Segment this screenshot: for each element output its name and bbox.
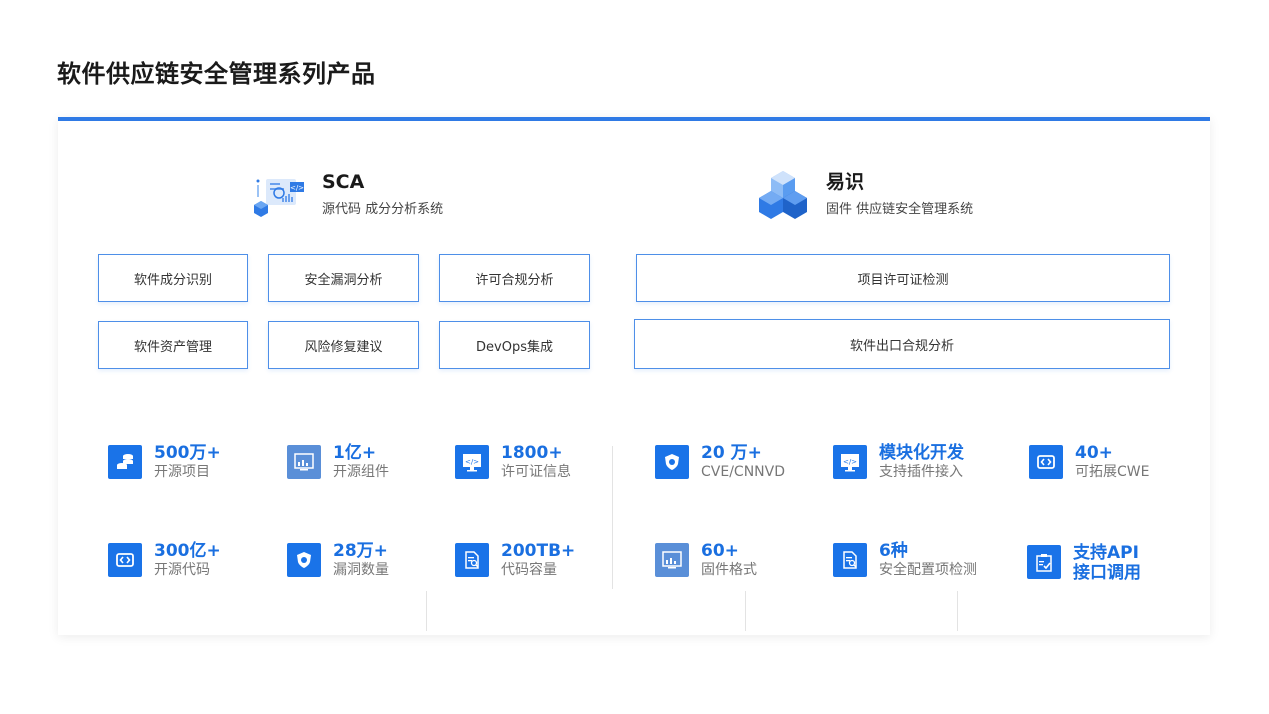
stat-label: 漏洞数量 — [333, 562, 389, 578]
stat-label: 开源组件 — [333, 464, 389, 480]
document-search-icon — [833, 543, 867, 577]
product-name-yishi: 易识 — [826, 170, 865, 193]
product-subtitle-yishi: 固件 供应链安全管理系统 — [826, 201, 974, 217]
monitor-chart-icon — [655, 543, 689, 577]
stat-label: 开源代码 — [154, 562, 210, 578]
stat-license-info: </> 1800+ 许可证信息 — [455, 443, 571, 481]
monitor-chart-icon — [287, 445, 321, 479]
stat-code-capacity: 200TB+ 代码容量 — [455, 541, 575, 579]
stat-api-support: 支持API 接口调用 — [1027, 543, 1141, 583]
stat-value: 1亿+ — [333, 443, 377, 463]
code-monitor-icon: </> — [833, 445, 867, 479]
stat-security-config-check: 6种 安全配置项检测 — [833, 541, 977, 579]
stat-label: CVE/CNNVD — [701, 464, 785, 480]
divider — [957, 591, 958, 631]
stat-label: 固件格式 — [701, 562, 757, 578]
code-brackets-icon — [108, 543, 142, 577]
code-monitor-icon: </> — [455, 445, 489, 479]
stat-vulnerability-count: 28万+ 漏洞数量 — [287, 541, 389, 579]
stat-value-line2: 接口调用 — [1073, 563, 1141, 583]
stat-value: 20 万+ — [701, 443, 762, 463]
stat-label: 支持插件接入 — [879, 464, 963, 480]
stat-value: 60+ — [701, 541, 739, 561]
stat-label: 许可证信息 — [501, 464, 571, 480]
product-subtitle-sca: 源代码 成分分析系统 — [322, 201, 444, 217]
stat-open-source-components: 1亿+ 开源组件 — [287, 443, 389, 481]
divider — [426, 591, 427, 631]
feature-export-compliance[interactable]: 软件出口合规分析 — [634, 319, 1170, 369]
stat-value: 40+ — [1075, 443, 1113, 463]
stat-open-source-projects: 500万+ 开源项目 — [108, 443, 221, 481]
stat-value: 模块化开发 — [879, 443, 964, 463]
database-coins-icon — [108, 445, 142, 479]
stat-value: 1800+ — [501, 443, 563, 463]
code-brackets-icon — [1029, 445, 1063, 479]
product-header-sca: </> SCA 源代码 成分分析系统 — [250, 165, 443, 221]
products-panel: </> SCA 源代码 成分分析系统 易识 固件 供应链安全管理系统 软件成分识… — [58, 117, 1210, 635]
stat-value: 28万+ — [333, 541, 388, 561]
divider — [745, 591, 746, 631]
svg-text:</>: </> — [290, 184, 304, 192]
product-header-yishi: 易识 固件 供应链安全管理系统 — [754, 165, 973, 221]
svg-text:</>: </> — [465, 458, 479, 466]
stat-extensible-cwe: 40+ 可拓展CWE — [1029, 443, 1149, 481]
stat-value: 300亿+ — [154, 541, 221, 561]
feature-devops-integration[interactable]: DevOps集成 — [439, 321, 590, 369]
stat-label: 安全配置项检测 — [879, 562, 977, 578]
feature-software-composition[interactable]: 软件成分识别 — [98, 254, 248, 302]
page-title: 软件供应链安全管理系列产品 — [57, 60, 376, 88]
stacked-cubes-icon — [759, 171, 807, 219]
divider — [612, 446, 613, 589]
stat-open-source-code: 300亿+ 开源代码 — [108, 541, 221, 579]
feature-project-license-check[interactable]: 项目许可证检测 — [636, 254, 1170, 302]
stat-cve-cnnvd: 20 万+ CVE/CNNVD — [655, 443, 785, 481]
document-search-icon — [455, 543, 489, 577]
shield-bug-icon — [655, 445, 689, 479]
product-name-sca: SCA — [322, 170, 365, 193]
feature-vulnerability-analysis[interactable]: 安全漏洞分析 — [268, 254, 419, 302]
stat-firmware-formats: 60+ 固件格式 — [655, 541, 757, 579]
stat-label: 开源项目 — [154, 464, 210, 480]
stat-label: 代码容量 — [501, 562, 557, 578]
clipboard-check-icon — [1027, 545, 1061, 579]
stat-value: 支持API — [1073, 543, 1139, 563]
stat-label: 可拓展CWE — [1075, 464, 1150, 480]
stat-modular-development: </> 模块化开发 支持插件接入 — [833, 443, 964, 481]
stat-value: 200TB+ — [501, 541, 576, 561]
sca-code-analysis-icon: </> — [254, 179, 304, 217]
stat-value: 6种 — [879, 541, 908, 561]
shield-bug-icon — [287, 543, 321, 577]
feature-software-assets[interactable]: 软件资产管理 — [98, 321, 248, 369]
svg-text:</>: </> — [843, 458, 857, 466]
stat-value: 500万+ — [154, 443, 221, 463]
feature-license-compliance[interactable]: 许可合规分析 — [439, 254, 590, 302]
feature-risk-fix-suggestion[interactable]: 风险修复建议 — [268, 321, 419, 369]
